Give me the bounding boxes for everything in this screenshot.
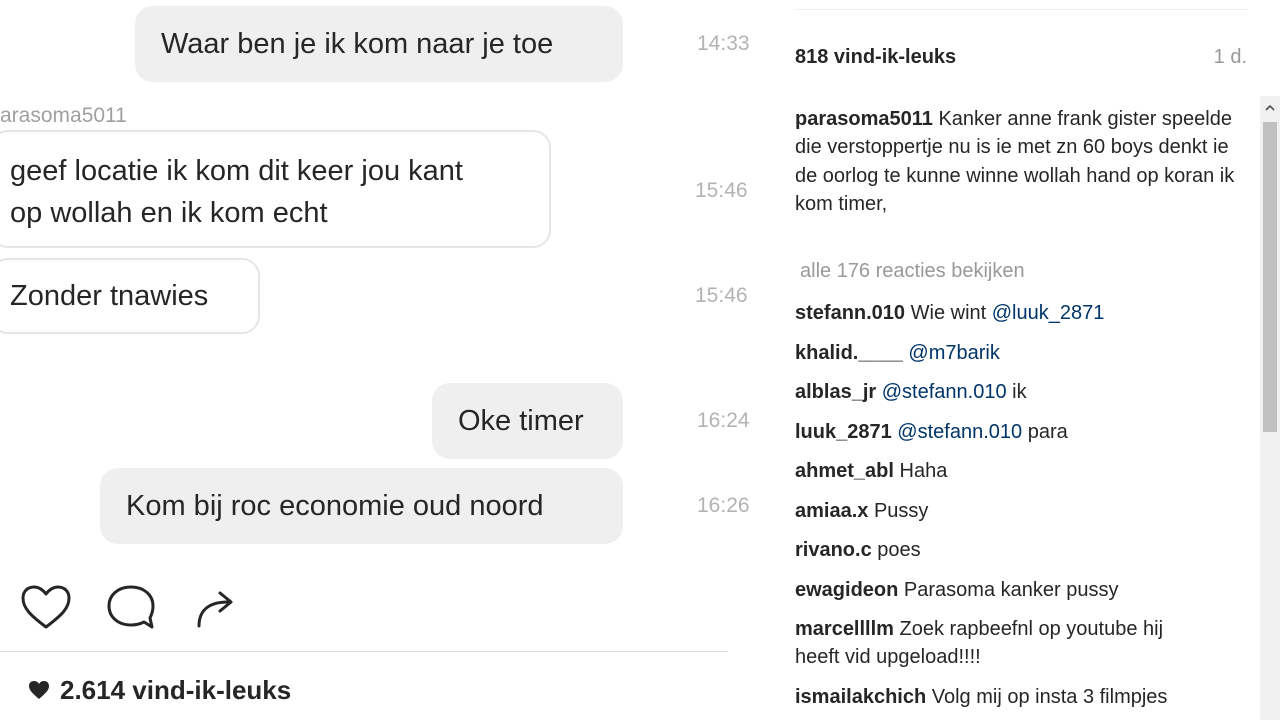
scrollbar-thumb[interactable] (1263, 122, 1277, 432)
message-text-line: op wollah en ik kom echt (10, 197, 328, 229)
post-age[interactable]: 1 d. (1214, 46, 1247, 69)
message-time: 16:26 (697, 494, 750, 517)
comment-username[interactable]: amiaa.x (795, 500, 868, 522)
heart-icon[interactable] (20, 584, 72, 630)
likes-row[interactable]: 2.614 vind-ik-leuks (28, 673, 291, 707)
message-text: Waar ben je ik kom naar je toe (161, 28, 554, 60)
message-bubble-outgoing: Oke timer (432, 383, 623, 459)
message-time: 15:46 (695, 179, 748, 202)
chat-screenshot: Waar ben je ik kom naar je toe 14:33 ara… (0, 0, 770, 720)
comment-username[interactable]: marcellllm (795, 618, 894, 640)
comment-username[interactable]: ewagideon (795, 579, 898, 601)
comment-text: ik (1006, 381, 1027, 403)
comment-username[interactable]: khalid.____ (795, 342, 903, 364)
divider (0, 651, 728, 652)
comment-username[interactable]: ismailakchich (795, 686, 926, 708)
post-likes-count[interactable]: 818 vind-ik-leuks (795, 46, 956, 69)
scrollbar[interactable] (1260, 96, 1280, 720)
comment: marcellllm Zoek rapbeefnl op youtube hij… (795, 615, 1205, 672)
comment-text: poes (877, 539, 921, 561)
comment: ahmet_abl Haha (795, 457, 1245, 485)
share-icon[interactable] (194, 584, 240, 630)
comment-username[interactable]: ahmet_abl (795, 460, 894, 482)
comment-icon[interactable] (106, 584, 156, 630)
message-text: Zonder tnawies (10, 280, 209, 312)
comment-username[interactable]: stefann.010 (795, 302, 905, 324)
comment-username[interactable]: luuk_2871 (795, 421, 892, 443)
comment-mention[interactable]: @luuk_2871 (992, 302, 1105, 324)
comment: ewagideon Parasoma kanker pussy (795, 576, 1245, 604)
comment-text: Parasoma kanker pussy (903, 579, 1119, 601)
comment-mention[interactable]: @stefann.010 (897, 421, 1022, 443)
scroll-up-arrow-icon[interactable] (1260, 96, 1280, 120)
message-bubble-incoming: Zonder tnawies (0, 258, 260, 334)
comment: luuk_2871 @stefann.010 para (795, 418, 1245, 446)
comment-text: para (1022, 421, 1068, 443)
comment-username[interactable]: rivano.c (795, 539, 872, 561)
comment-username[interactable]: alblas_jr (795, 381, 876, 403)
message-text: Kom bij roc economie oud noord (126, 490, 544, 522)
message-bubble-incoming: geef locatie ik kom dit keer jou kant op… (0, 130, 551, 248)
message-time: 16:24 (697, 409, 750, 432)
comment-mention[interactable]: @m7barik (908, 342, 999, 364)
post-comments-panel: 818 vind-ik-leuks 1 d. parasoma5011 Kank… (795, 0, 1258, 720)
message-sender: arasoma5011 (0, 104, 127, 127)
divider (795, 9, 1247, 10)
comment-text: Wie wint (910, 302, 992, 324)
comment-text: Pussy (873, 500, 929, 522)
comment-mention[interactable]: @stefann.010 (882, 381, 1007, 403)
message-text: Oke timer (458, 405, 584, 437)
message-time: 15:46 (695, 284, 748, 307)
message-time: 14:33 (697, 32, 750, 55)
message-text-line: geef locatie ik kom dit keer jou kant (10, 155, 463, 187)
comment: rivano.c poes (795, 536, 1245, 564)
comment: alblas_jr @stefann.010 ik (795, 378, 1245, 406)
comment: stefann.010 Wie wint @luuk_2871 (795, 299, 1245, 327)
comment: amiaa.x Pussy (795, 497, 1245, 525)
message-bubble-outgoing: Kom bij roc economie oud noord (100, 468, 623, 544)
message-bubble-outgoing: Waar ben je ik kom naar je toe (135, 6, 623, 82)
comment-text: Volg mij op insta 3 filmpjes (931, 686, 1168, 708)
post-caption: parasoma5011 Kanker anne frank gister sp… (795, 105, 1235, 219)
comment: khalid.____ @m7barik (795, 339, 1245, 367)
view-all-comments-link[interactable]: alle 176 reacties bekijken (800, 260, 1025, 283)
likes-count: 2.614 vind-ik-leuks (60, 674, 292, 705)
comment: ismailakchich Volg mij op insta 3 filmpj… (795, 683, 1245, 711)
comment-text: Haha (899, 460, 948, 482)
caption-username[interactable]: parasoma5011 (795, 108, 933, 130)
heart-filled-icon (29, 681, 49, 699)
